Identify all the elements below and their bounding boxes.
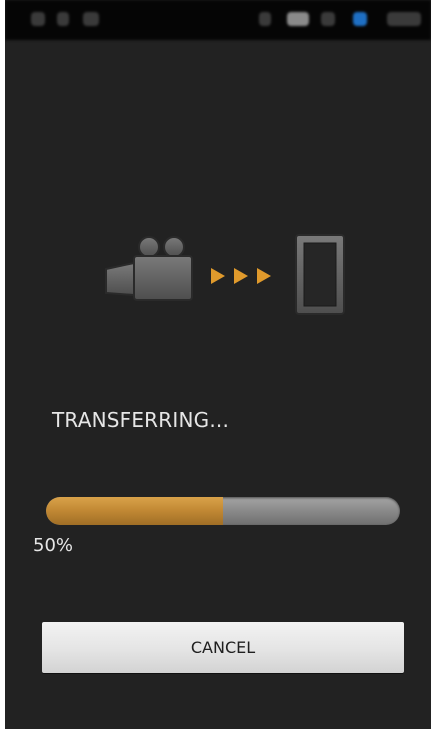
transfer-progress-bar [46,497,400,525]
progress-percent-label: 50% [33,535,74,556]
transfer-graphic [100,232,345,318]
notification-icon [83,12,99,26]
notification-icon [57,12,69,26]
battery-icon [321,12,335,26]
progress-fill [46,497,223,525]
wifi-icon [287,12,309,26]
video-camera-icon [105,236,193,301]
bluetooth-icon [353,12,367,26]
notification-icon [31,12,45,26]
cancel-button[interactable]: CANCEL [42,622,404,673]
triple-arrow-right-icon [211,268,271,284]
clock-icon [387,12,421,26]
transfer-status-label: TRANSFERRING... [52,408,230,432]
transfer-screen: TRANSFERRING... 50% CANCEL [5,0,431,729]
smartphone-icon [295,234,345,315]
status-bar [5,0,431,40]
signal-icon [259,12,271,26]
